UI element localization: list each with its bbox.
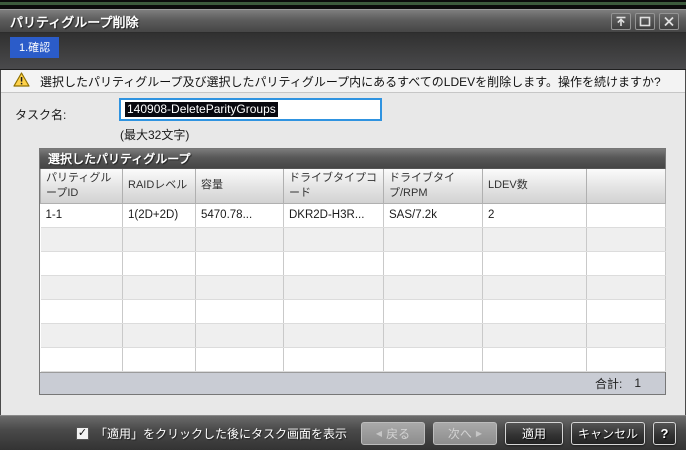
col-header-raid-level: RAIDレベル [122,169,196,204]
next-button-label: 次へ [447,426,472,441]
collapse-icon [615,16,627,27]
cell-drive-type-code: DKR2D-H3R... [283,203,384,228]
apply-button[interactable]: 適用 [505,421,563,445]
empty-table-row [40,227,666,252]
empty-table-row [40,323,666,348]
task-name-label: タスク名: [15,108,67,122]
back-arrow-icon: ◀ [375,428,383,438]
close-button[interactable] [659,13,679,30]
empty-table-row [40,347,666,372]
cell-ldev-count: 2 [482,203,587,228]
page-accent-line [0,2,686,5]
cell-drive-type-rpm: SAS/7.2k [383,203,483,228]
col-header-drive-type-rpm: ドライブタイプ/RPM [383,169,483,204]
empty-table-row [40,299,666,324]
page-top-strip [0,0,686,9]
help-button[interactable]: ? [653,421,676,445]
col-header-ldev-count: LDEV数 [482,169,587,204]
tab-step-confirm[interactable]: 1.確認 [10,37,60,58]
close-icon [663,16,675,27]
table-header-row: パリティグループID RAIDレベル 容量 ドライブタイプコード ドライブタイプ… [40,169,666,204]
cell-spacer [586,203,666,228]
next-arrow-icon: ▶ [475,428,483,438]
cancel-button[interactable]: キャンセル [571,421,645,445]
col-header-capacity: 容量 [195,169,284,204]
task-name-input[interactable]: 140908-DeleteParityGroups [119,98,382,121]
task-screen-checkbox-label: 「適用」をクリックした後にタスク画面を表示 [94,426,347,441]
empty-table-row [40,251,666,276]
cell-capacity: 5470.78... [195,203,284,228]
collapse-window-button[interactable] [611,13,631,30]
warning-message: 選択したパリティグループ及び選択したパリティグループ内にあるすべてのLDEVを削… [40,74,661,89]
col-header-spacer [586,169,666,204]
table-footer: 合計: 1 [40,371,665,394]
cell-raid-level: 1(2D+2D) [122,203,196,228]
task-name-hint: (最大32文字) [120,128,190,142]
table-title: 選択したパリティグループ [40,149,665,169]
selected-parity-groups-table: 選択したパリティグループ パリティグループID RAIDレベル 容量 ドライブタ… [39,148,666,395]
show-task-screen-option: ✓ 「適用」をクリックした後にタスク画面を表示 [75,425,347,442]
empty-table-row [40,275,666,300]
col-header-parity-group-id: パリティグループID [40,169,123,204]
warning-icon [1,72,30,90]
warning-bar: 選択したパリティグループ及び選択したパリティグループ内にあるすべてのLDEVを削… [1,70,685,93]
task-name-value: 140908-DeleteParityGroups [125,102,278,117]
cell-parity-group-id: 1-1 [40,203,123,228]
back-button-label: 戻る [386,426,411,441]
next-button[interactable]: 次へ ▶ [433,421,497,445]
window-controls [611,13,679,30]
wizard-step-strip: 1.確認 [0,33,686,70]
dialog-footer-bar: ✓ 「適用」をクリックした後にタスク画面を表示 ◀ 戻る 次へ ▶ 適用 キャン… [0,415,686,450]
total-value: 1 [634,376,641,391]
col-header-drive-type-code: ドライブタイプコード [283,169,384,204]
delete-parity-group-dialog: パリティグループ削除 1.確認 選択したパリティグループ及び選択したパリティグル… [0,0,686,450]
task-screen-checkbox[interactable]: ✓ [75,426,89,440]
dialog-title: パリティグループ削除 [10,14,139,30]
total-label: 合計: [594,376,623,391]
maximize-icon [639,16,651,27]
dialog-title-bar: パリティグループ削除 [0,9,686,33]
table-row: 1-1 1(2D+2D) 5470.78... DKR2D-H3R... SAS… [40,203,666,228]
maximize-button[interactable] [635,13,655,30]
back-button[interactable]: ◀ 戻る [361,421,425,445]
dialog-content: 選択したパリティグループ及び選択したパリティグループ内にあるすべてのLDEVを削… [0,70,686,415]
